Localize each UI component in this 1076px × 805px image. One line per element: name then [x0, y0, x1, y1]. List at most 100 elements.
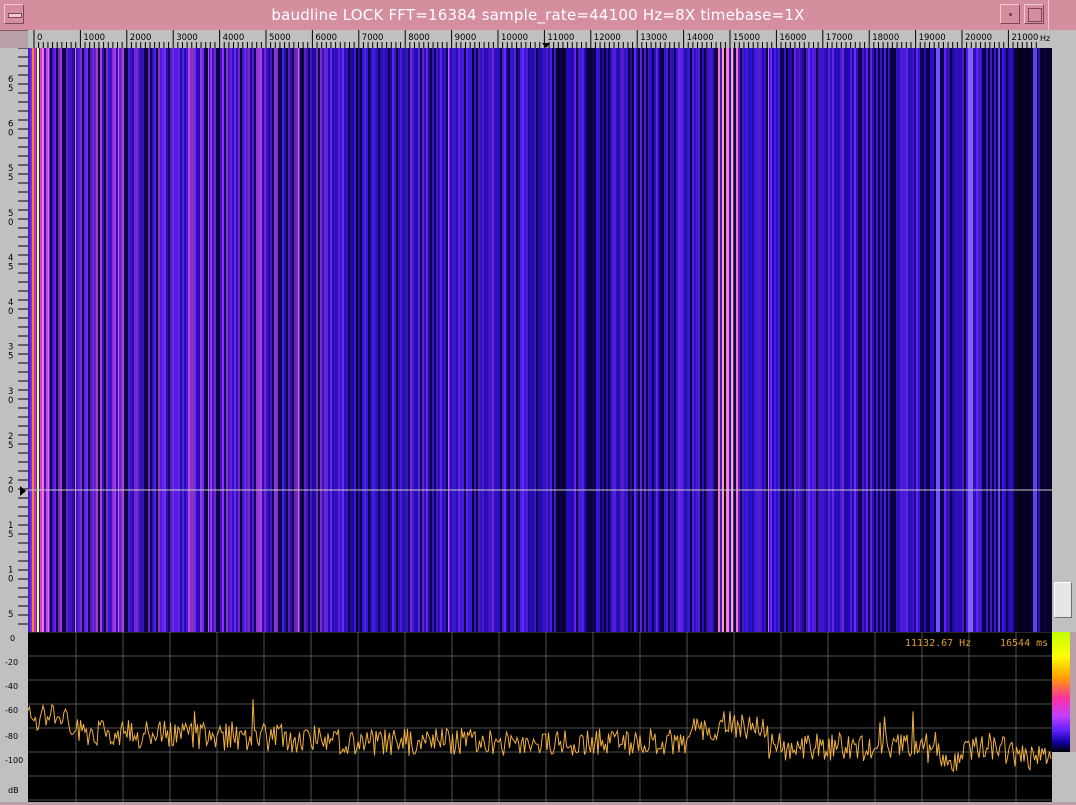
minimize-button[interactable]	[1000, 4, 1020, 24]
spectrogram-column	[238, 48, 240, 632]
spectrogram-column	[860, 48, 862, 632]
title-bar-corner	[1048, 0, 1076, 30]
time-ruler-scale: 6560555045403530252015105	[8, 47, 28, 625]
spectrogram-column	[594, 48, 596, 632]
time-ruler[interactable]: 6560555045403530252015105	[0, 47, 29, 632]
spectrogram-column	[148, 48, 150, 632]
spectrogram-column	[334, 48, 336, 632]
spectrogram-column	[418, 48, 420, 632]
spectrogram-column	[896, 48, 898, 632]
scrollbar-thumb[interactable]	[1054, 582, 1072, 618]
vertical-scrollbar[interactable]	[1052, 30, 1076, 632]
frequency-tick-label: 15000	[733, 33, 760, 43]
spectrogram-display[interactable]	[28, 48, 1052, 632]
spectrogram-column	[932, 48, 934, 632]
spectrogram-column	[738, 48, 740, 632]
spectrogram-column	[670, 48, 672, 632]
spectrogram-column	[290, 48, 292, 632]
spectrogram-column	[204, 48, 206, 632]
spectrogram-column	[536, 48, 538, 632]
spectrogram-column	[390, 48, 392, 632]
spectrogram-column	[618, 48, 620, 632]
spectrogram-column	[542, 48, 544, 632]
spectrogram-column	[622, 48, 624, 632]
spectrogram-column	[282, 48, 284, 632]
spectrogram-column	[682, 48, 684, 632]
spectrogram-column	[586, 48, 588, 632]
spectrogram-column	[666, 48, 668, 632]
spectral-line	[968, 48, 973, 632]
spectrogram-column	[528, 48, 530, 632]
cursor-frequency-readout: 11132.67 Hz	[905, 638, 972, 649]
spectrogram-column	[674, 48, 676, 632]
spectrogram-column	[372, 48, 374, 632]
spectrogram-column	[412, 48, 414, 632]
spectrogram-column	[164, 48, 166, 632]
spectrogram-column	[760, 48, 762, 632]
spectrogram-column	[410, 48, 412, 632]
spectrogram-column	[360, 48, 362, 632]
spectrogram-column	[320, 48, 322, 632]
spectrogram-column	[110, 48, 112, 632]
spectrogram-column	[966, 48, 968, 632]
spectrogram-column	[534, 48, 536, 632]
spectrogram-column	[1050, 48, 1052, 632]
spectrogram-column	[60, 48, 62, 632]
spectrogram-column	[562, 48, 564, 632]
spectrogram-column	[314, 48, 316, 632]
spectrogram-column	[598, 48, 600, 632]
spectrogram-column	[484, 48, 486, 632]
spectrogram-column	[922, 48, 924, 632]
spectrogram-column	[822, 48, 824, 632]
spectrogram-column	[686, 48, 688, 632]
spectrogram-column	[252, 48, 254, 632]
time-tick-label: 5	[8, 84, 13, 94]
spectrogram-column	[956, 48, 958, 632]
spectrogram-column	[746, 48, 748, 632]
spectrogram-column	[428, 48, 430, 632]
spectrogram-column	[808, 48, 810, 632]
time-tick-label: 5	[8, 352, 13, 362]
spectrogram-column	[764, 48, 766, 632]
spectrogram-column	[690, 48, 692, 632]
spectrogram-column	[246, 48, 248, 632]
time-tick-label: 0	[8, 129, 13, 139]
spectrogram-column	[926, 48, 928, 632]
time-tick-label: 5	[8, 441, 13, 451]
spectrogram-column	[306, 48, 308, 632]
spectrogram-column	[206, 48, 208, 632]
spectrogram-column	[232, 48, 234, 632]
spectrogram-column	[940, 48, 942, 632]
spectrogram-column	[928, 48, 930, 632]
spectrogram-column	[58, 48, 60, 632]
time-tick-label: 5	[8, 610, 13, 620]
time-tick-label: 0	[8, 218, 13, 228]
spectrogram-column	[700, 48, 702, 632]
spectrogram-column	[202, 48, 204, 632]
spectrogram-column	[160, 48, 162, 632]
spectrogram-column	[1038, 48, 1040, 632]
spectrogram-column	[888, 48, 890, 632]
spectrogram-column	[912, 48, 914, 632]
db-tick-label: -100	[5, 756, 24, 765]
spectrogram-column	[862, 48, 864, 632]
spectrogram-column	[566, 48, 568, 632]
spectrogram-column	[116, 48, 118, 632]
spectrogram-column	[856, 48, 858, 632]
time-tick-label: 5	[8, 173, 13, 183]
spectrogram-column	[800, 48, 802, 632]
spectrogram-column	[644, 48, 646, 632]
frequency-ruler[interactable]: 0 1000 2000 3000 4000 5000 6000 7000 8000 9000 100…	[28, 30, 1052, 49]
spectrogram-column	[648, 48, 650, 632]
spectrogram-column	[688, 48, 690, 632]
spectrogram-column	[958, 48, 960, 632]
spectrogram-column	[364, 48, 366, 632]
spectrogram-column	[798, 48, 800, 632]
maximize-button[interactable]	[1024, 4, 1044, 24]
spectrogram-image	[28, 48, 1052, 632]
frequency-tick-label: 11000	[547, 33, 574, 43]
title-bar[interactable]: baudline LOCK FFT=16384 sample_rate=4410…	[0, 0, 1076, 31]
spectrogram-column	[122, 48, 124, 632]
frequency-tick-label: 4000	[223, 33, 245, 43]
spectrum-display[interactable]	[28, 632, 1052, 802]
